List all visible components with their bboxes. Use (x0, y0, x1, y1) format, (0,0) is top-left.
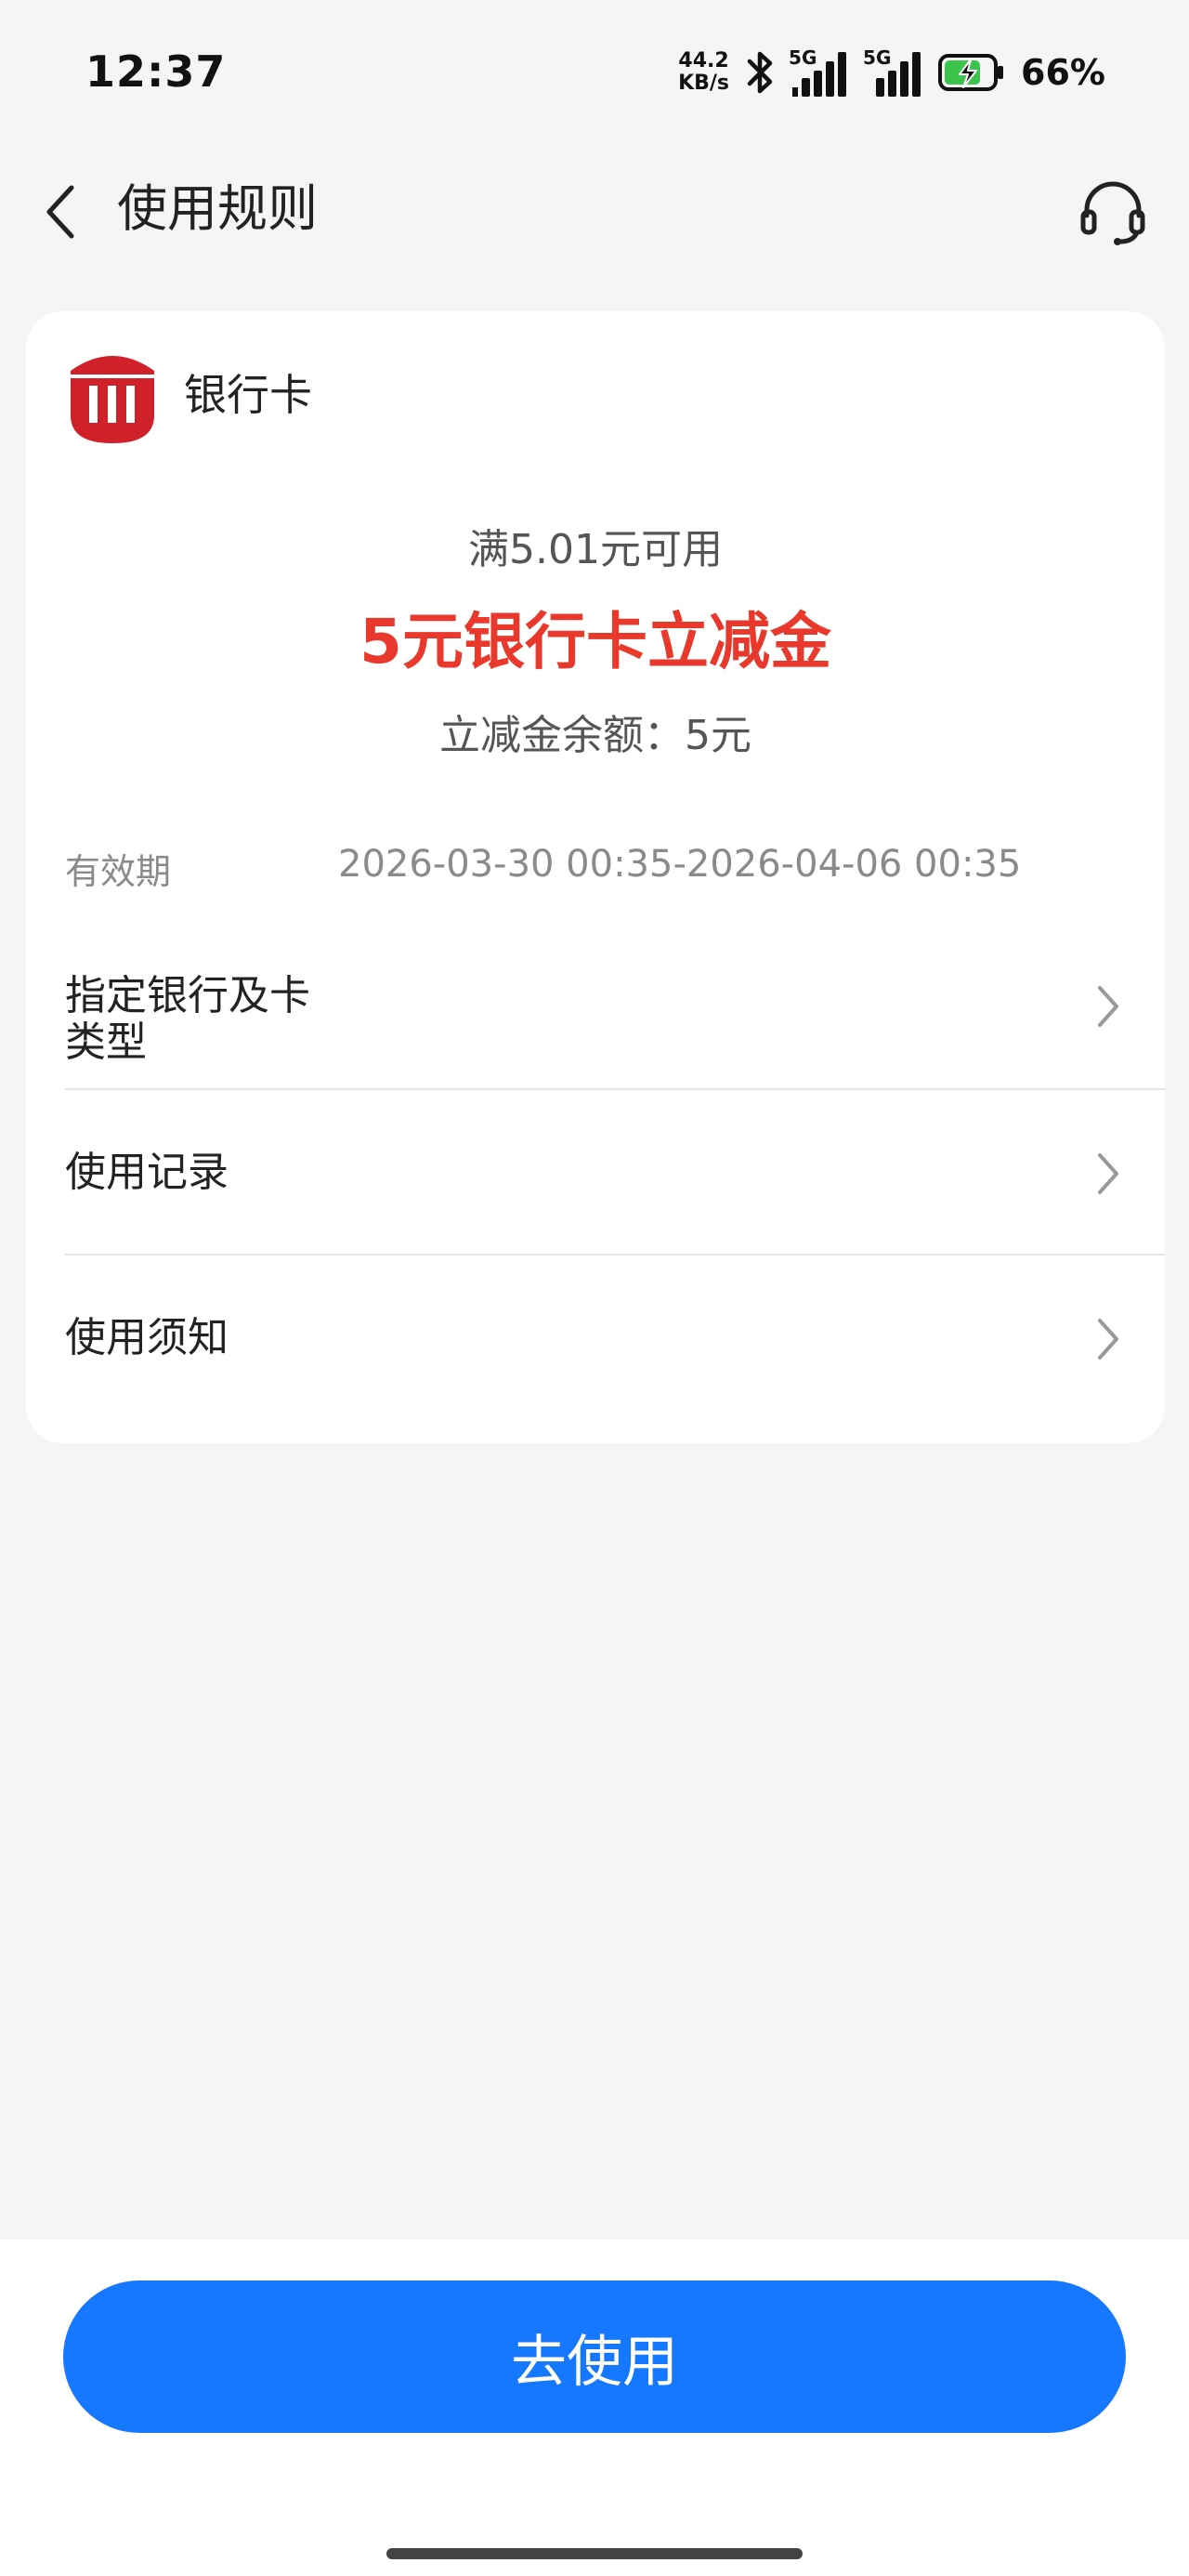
home-indicator[interactable] (386, 2548, 803, 2559)
row-label-line2: 类型 (65, 1019, 147, 1066)
page-title: 使用规则 (117, 179, 318, 238)
customer-service-button[interactable] (1074, 173, 1152, 251)
battery-percent: 66% (1021, 52, 1105, 93)
status-time: 12:37 (85, 46, 227, 97)
usage-threshold: 满5.01元可用 (468, 526, 723, 573)
battery-charging-icon (938, 54, 1004, 91)
coupon-balance: 立减金余额：5元 (439, 712, 751, 759)
signal-icon-2: 5G (863, 46, 928, 99)
network-speed-unit: KB/s (678, 72, 730, 95)
chevron-right-icon (1098, 986, 1118, 1027)
signal-icon: 5G (789, 46, 854, 99)
bank-label: 银行卡 (184, 370, 312, 420)
coupon-title: 5元银行卡立减金 (359, 606, 831, 677)
chevron-right-icon (1098, 1319, 1118, 1360)
row-label: 指定银行及卡 类型 (65, 973, 310, 1066)
nav-header: 使用规则 (0, 149, 1189, 269)
row-label: 使用须知 (65, 1314, 229, 1361)
row-label: 使用记录 (65, 1149, 229, 1196)
status-icons: 44.2 KB/s 5G 5G 66% (678, 45, 1105, 100)
row-usage-records[interactable]: 使用记录 (65, 1090, 1165, 1255)
network-speed-value: 44.2 (678, 49, 729, 72)
use-now-button[interactable]: 去使用 (63, 2280, 1126, 2433)
bottom-action-bar: 去使用 (0, 2240, 1189, 2576)
row-label-line1: 指定银行及卡 (65, 972, 310, 1019)
bluetooth-icon (747, 51, 773, 94)
chevron-left-icon (46, 185, 74, 239)
coupon-card: 银行卡 满5.01元可用 5元银行卡立减金 立减金余额：5元 有效期 2026-… (26, 311, 1165, 1443)
headset-icon (1080, 181, 1145, 245)
status-bar: 12:37 44.2 KB/s 5G 5G 66% (0, 0, 1189, 149)
validity-label: 有效期 (65, 851, 172, 892)
row-usage-notes[interactable]: 使用须知 (65, 1255, 1165, 1421)
row-designated-bank-card-type[interactable]: 指定银行及卡 类型 (65, 925, 1165, 1090)
back-button[interactable] (28, 175, 93, 249)
chevron-right-icon (1098, 1153, 1118, 1194)
validity-value: 2026-03-30 00:35-2026-04-06 00:35 (338, 843, 1022, 886)
network-speed: 44.2 KB/s (678, 50, 729, 95)
bank-logo-icon (71, 356, 154, 443)
